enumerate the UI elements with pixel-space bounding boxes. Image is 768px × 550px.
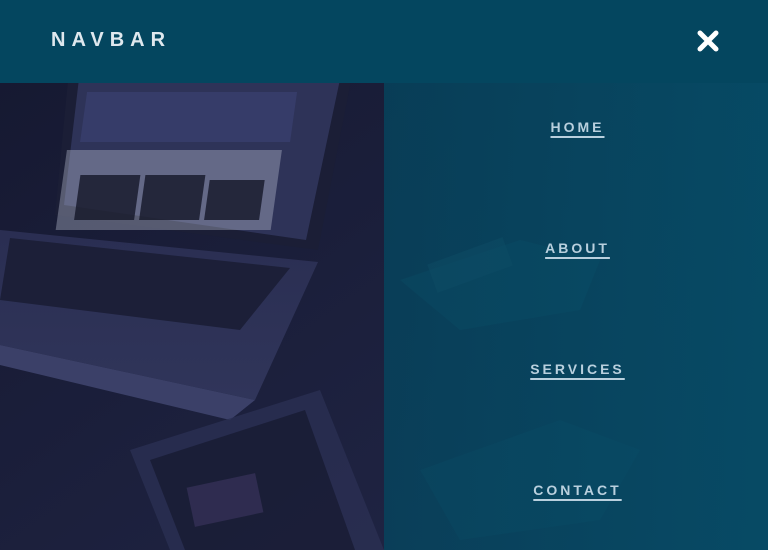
contact-link[interactable]: CONTACT <box>530 482 621 498</box>
menu-item-home: HOME <box>384 119 768 137</box>
services-link[interactable]: SERVICES <box>527 361 625 377</box>
menu-item-about: ABOUT <box>384 240 768 258</box>
close-x-icon[interactable] <box>694 27 722 55</box>
menu-item-services: SERVICES <box>384 361 768 379</box>
navbar-brand[interactable]: NAVBAR <box>51 29 171 51</box>
about-link[interactable]: ABOUT <box>542 240 610 256</box>
navbar-header: NAVBAR <box>0 0 768 83</box>
menu-panel: HOME ABOUT SERVICES CONTACT <box>384 83 768 550</box>
home-link[interactable]: HOME <box>548 119 605 135</box>
menu-item-contact: CONTACT <box>384 482 768 500</box>
